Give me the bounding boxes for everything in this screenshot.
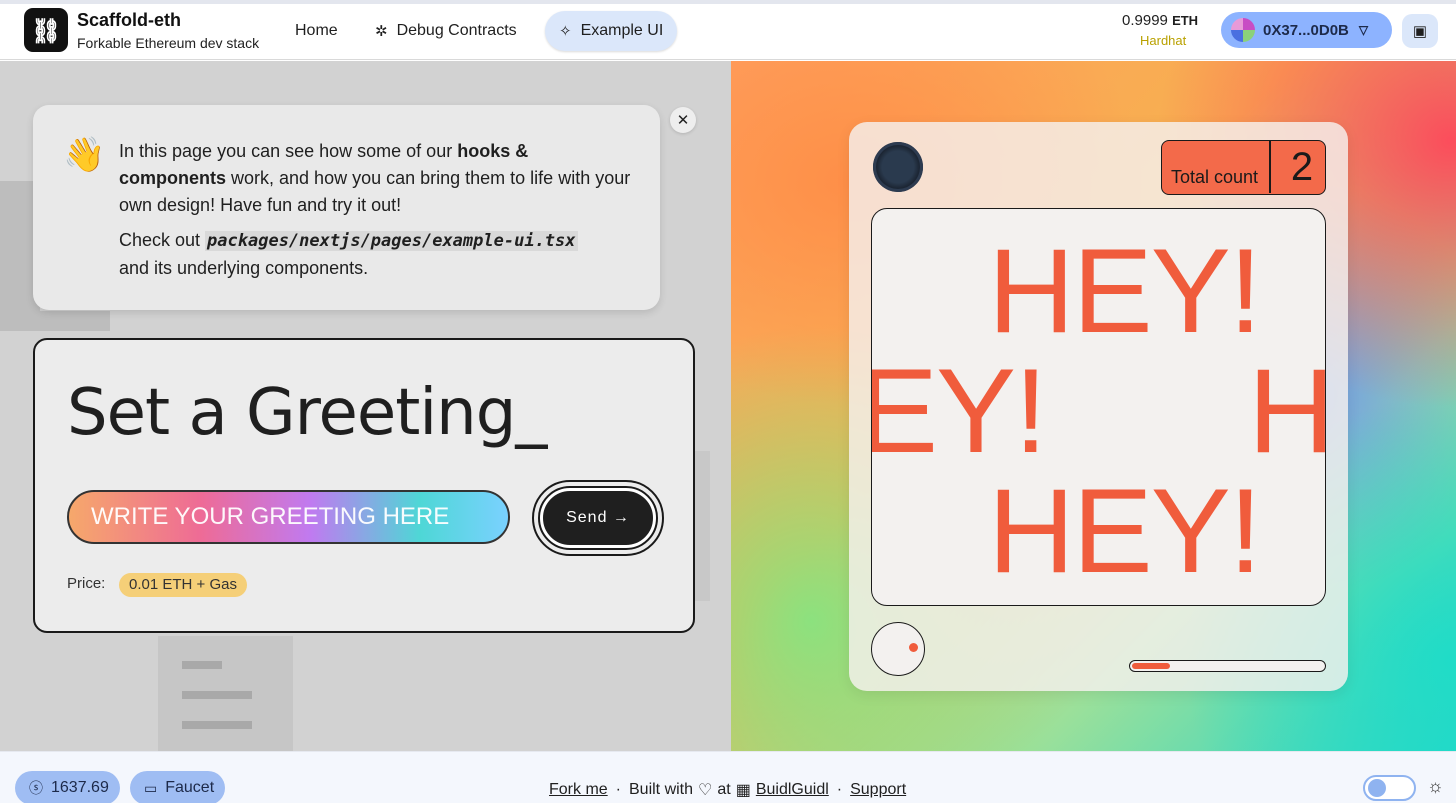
nav-debug-contracts[interactable]: ✲ Debug Contracts [361, 11, 531, 51]
wallet-address: 0X37...0D0B [1263, 21, 1349, 39]
footer: ⓢ 1637.69 ▭ Faucet Fork me · Built with … [0, 751, 1456, 803]
left-panel: 👋 In this page you can see how some of o… [0, 61, 731, 751]
eth-price-value: 1637.69 [51, 779, 109, 796]
sun-icon: ☼ [1427, 776, 1444, 796]
marquee-line-1: HEY! [988, 224, 1262, 358]
separator-dot: · [836, 781, 843, 798]
waving-hand-icon: 👋 [63, 136, 106, 174]
wallet-address-button[interactable]: 0X37...0D0B ▽ [1221, 12, 1392, 48]
balance-unit: ETH [1172, 13, 1199, 28]
support-link[interactable]: Support [850, 781, 906, 799]
marquee-line-3: HEY! [988, 464, 1262, 598]
info-alert: 👋 In this page you can see how some of o… [33, 105, 660, 310]
footer-links: Fork me · Built with ♡ at ▦ BuidlGuidl ·… [549, 780, 906, 800]
nav-example-ui[interactable]: ✧ Example UI [545, 11, 678, 51]
built-with-text: Built with [629, 781, 694, 798]
nav-debug-label: Debug Contracts [396, 22, 517, 39]
close-icon: ✕ [676, 112, 690, 129]
file-path: packages/nextjs/pages/example-ui.tsx [205, 231, 578, 251]
progress-bar [1129, 660, 1326, 672]
header: ⛓ Scaffold-eth Forkable Ethereum dev sta… [0, 4, 1456, 60]
set-greeting-card: Set a Greeting_ Send → Price: 0.01 ETH +… [33, 338, 695, 633]
nav-example-label: Example UI [580, 22, 664, 39]
banknote-icon: ▭ [144, 779, 158, 796]
greeting-title: Set a Greeting_ [67, 376, 547, 450]
qr-code-button[interactable]: ▣ [1402, 14, 1438, 48]
sparkles-icon: ✧ [559, 23, 572, 40]
castle-icon: ▦ [735, 782, 751, 799]
eth-price-badge[interactable]: ⓢ 1637.69 [15, 771, 120, 803]
send-button-frame: Send → [532, 480, 664, 556]
send-label: Send → [566, 509, 630, 526]
at-text: at [717, 781, 731, 798]
greeting-marquee-screen: HEY! EY! H HEY! [871, 208, 1326, 606]
dollar-icon: ⓢ [29, 780, 43, 796]
heart-icon: ♡ [698, 782, 713, 799]
eth-balance: 0.9999 ETH [1122, 12, 1198, 29]
greeting-display-card: Total count 2 HEY! EY! H HEY! [849, 122, 1348, 691]
right-panel: Total count 2 HEY! EY! H HEY! [731, 61, 1456, 751]
theme-toggle[interactable] [1363, 775, 1416, 801]
brand-title[interactable]: Scaffold-eth [77, 10, 181, 31]
total-count-label: Total count [1171, 167, 1259, 187]
close-alert-button[interactable]: ✕ [670, 107, 696, 133]
count-divider [1269, 141, 1271, 193]
knob-dial [871, 622, 925, 676]
pixel-art-decoration [182, 721, 252, 729]
bug-icon: ✲ [375, 23, 388, 40]
progress-fill [1132, 663, 1170, 669]
total-count-value: 2 [1290, 145, 1314, 189]
faucet-button[interactable]: ▭ Faucet [130, 771, 225, 803]
network-name: Hardhat [1140, 33, 1187, 48]
pixel-art-decoration [182, 691, 252, 699]
faucet-label: Faucet [165, 779, 215, 796]
toggle-knob [1368, 779, 1386, 797]
nav-home[interactable]: Home [281, 11, 352, 51]
price-badge: 0.01 ETH + Gas [119, 573, 247, 597]
marquee-line-2-next: H [1248, 344, 1326, 478]
buidlguidl-link[interactable]: BuidlGuidl [756, 781, 829, 799]
alert-path-text: Check out packages/nextjs/pages/example-… [119, 230, 578, 278]
fork-me-link[interactable]: Fork me [549, 781, 608, 799]
knob-indicator [909, 643, 918, 652]
marquee-line-2: EY! [871, 344, 1047, 478]
nav-home-label: Home [295, 22, 338, 39]
qr-code-icon: ▣ [1412, 23, 1428, 40]
alert-intro-text: In this page you can see how some of our… [119, 141, 631, 215]
chevron-down-icon: ▽ [1358, 23, 1369, 37]
pixel-art-decoration [182, 661, 222, 669]
greeting-input[interactable] [67, 490, 510, 544]
price-label: Price: [67, 575, 106, 592]
brand-subtitle: Forkable Ethereum dev stack [77, 35, 260, 51]
pixel-art-decoration [40, 311, 110, 331]
status-indicator [873, 142, 923, 192]
separator-dot: · [615, 781, 621, 798]
scaffold-logo[interactable]: ⛓ [24, 8, 68, 52]
total-count-box: Total count 2 [1161, 140, 1326, 195]
send-button[interactable]: Send → [538, 486, 658, 550]
avatar [1231, 18, 1255, 42]
balance-value: 0.9999 [1122, 12, 1168, 29]
